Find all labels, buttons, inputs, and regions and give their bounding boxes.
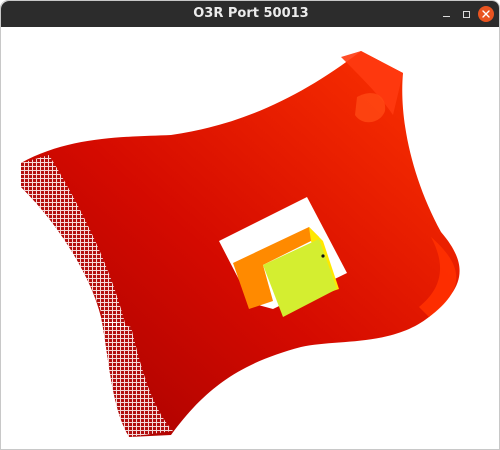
point-cloud-render (21, 51, 460, 437)
minimize-button[interactable] (438, 6, 454, 22)
close-button[interactable] (478, 6, 494, 22)
title-bar[interactable]: O3R Port 50013 (1, 1, 499, 27)
app-window: O3R Port 50013 (0, 0, 500, 450)
maximize-button[interactable] (458, 6, 474, 22)
marker-dot (321, 254, 325, 258)
window-title: O3R Port 50013 (193, 6, 309, 21)
maximize-icon (462, 10, 470, 18)
point-cloud-viewport[interactable] (1, 27, 499, 449)
close-icon (482, 10, 490, 18)
minimize-icon (442, 15, 450, 17)
